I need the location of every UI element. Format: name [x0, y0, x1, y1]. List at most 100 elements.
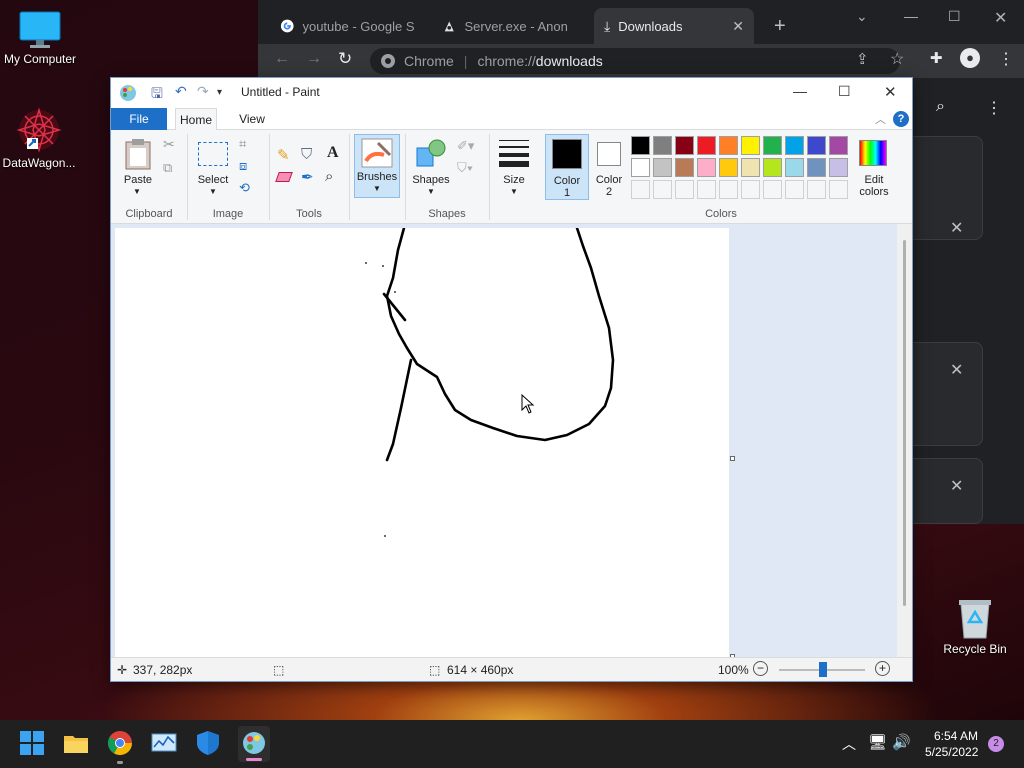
- color2-button[interactable]: Color 2: [593, 138, 625, 200]
- palette-swatch[interactable]: [785, 136, 804, 155]
- resource-monitor-button[interactable]: [150, 729, 180, 759]
- search-downloads-icon[interactable]: ⌕: [936, 98, 945, 116]
- color-picker-icon[interactable]: ✒: [301, 168, 314, 186]
- palette-swatch[interactable]: [719, 158, 738, 177]
- palette-swatch[interactable]: [675, 158, 694, 177]
- palette-swatch[interactable]: [741, 158, 760, 177]
- select-button[interactable]: Select ▼: [195, 136, 231, 198]
- palette-swatch-empty[interactable]: [741, 180, 760, 199]
- size-button[interactable]: Size ▼: [495, 136, 533, 198]
- help-icon[interactable]: ?: [893, 111, 909, 127]
- shapes-button[interactable]: Shapes ▼: [411, 136, 451, 198]
- reload-icon[interactable]: ↻: [338, 49, 352, 69]
- downloads-menu-icon[interactable]: ⋮: [986, 98, 1002, 118]
- tab-view[interactable]: View: [233, 108, 271, 130]
- close-button[interactable]: ✕: [884, 83, 897, 101]
- vertical-scrollbar[interactable]: [897, 224, 912, 657]
- tab-downloads[interactable]: ⤓ Downloads ✕: [594, 8, 754, 44]
- palette-swatch[interactable]: [719, 136, 738, 155]
- menu-icon[interactable]: ⋮: [998, 49, 1014, 69]
- palette-swatch-empty[interactable]: [675, 180, 694, 199]
- tab-file[interactable]: File: [111, 108, 167, 130]
- clock-time[interactable]: 6:54 AM: [934, 729, 978, 743]
- file-explorer-button[interactable]: [62, 729, 92, 759]
- shape-fill-icon[interactable]: ⛉▾: [457, 160, 473, 176]
- maximize-button[interactable]: ☐: [838, 83, 851, 100]
- outline-icon[interactable]: ✐▾: [457, 138, 474, 154]
- palette-swatch[interactable]: [631, 136, 650, 155]
- tab-youtube[interactable]: youtube - Google S: [270, 8, 430, 44]
- notification-badge[interactable]: 2: [988, 736, 1004, 752]
- maximize-button[interactable]: ☐: [948, 8, 961, 25]
- palette-swatch-empty[interactable]: [719, 180, 738, 199]
- palette-swatch-empty[interactable]: [763, 180, 782, 199]
- palette-swatch-empty[interactable]: [631, 180, 650, 199]
- crop-icon[interactable]: ⌗: [239, 136, 246, 152]
- cut-icon[interactable]: ✂: [163, 136, 175, 153]
- minimize-button[interactable]: —: [904, 8, 918, 24]
- save-icon[interactable]: 🖫: [151, 83, 163, 107]
- fill-icon[interactable]: ⛉: [301, 146, 312, 163]
- redo-icon[interactable]: ↷: [197, 83, 209, 100]
- palette-swatch[interactable]: [763, 136, 782, 155]
- edit-colors-button[interactable]: Edit colors: [853, 138, 895, 200]
- share-icon[interactable]: ⇪: [856, 50, 869, 68]
- tab-server-exe[interactable]: Server.exe - Anon: [432, 8, 592, 44]
- drawing-canvas[interactable]: [115, 228, 729, 657]
- brushes-button[interactable]: Brushes ▼: [354, 134, 400, 198]
- network-icon[interactable]: 🖥: [868, 733, 887, 751]
- zoom-out-button[interactable]: −: [753, 661, 768, 676]
- palette-swatch-empty[interactable]: [653, 180, 672, 199]
- extensions-icon[interactable]: ✚: [930, 49, 943, 67]
- pencil-icon[interactable]: ✎: [277, 146, 290, 164]
- close-button[interactable]: ✕: [994, 8, 1007, 28]
- new-tab-button[interactable]: +: [764, 8, 796, 44]
- palette-swatch-empty[interactable]: [697, 180, 716, 199]
- palette-swatch[interactable]: [675, 136, 694, 155]
- forward-icon[interactable]: →: [306, 50, 322, 68]
- clock-date[interactable]: 5/25/2022: [925, 745, 978, 759]
- profile-icon[interactable]: ●: [960, 48, 980, 68]
- palette-swatch[interactable]: [807, 158, 826, 177]
- palette-swatch-empty[interactable]: [785, 180, 804, 199]
- start-button[interactable]: [18, 729, 48, 759]
- tab-search-icon[interactable]: ⌄: [856, 8, 868, 25]
- undo-icon[interactable]: ↶: [175, 83, 187, 100]
- palette-swatch[interactable]: [785, 158, 804, 177]
- customize-qat-icon[interactable]: ▾: [217, 87, 222, 98]
- zoom-slider-thumb[interactable]: [819, 662, 827, 677]
- palette-swatch-empty[interactable]: [829, 180, 848, 199]
- text-icon[interactable]: A: [327, 144, 339, 162]
- color1-button[interactable]: Color 1: [545, 134, 589, 200]
- paste-button[interactable]: Paste ▼: [119, 136, 157, 198]
- remove-download-icon[interactable]: ✕: [950, 360, 963, 380]
- palette-swatch[interactable]: [807, 136, 826, 155]
- copy-icon[interactable]: ⧉: [163, 160, 172, 176]
- palette-swatch[interactable]: [631, 158, 650, 177]
- palette-swatch[interactable]: [697, 158, 716, 177]
- desktop-icon-datawagon[interactable]: DataWagon...: [0, 106, 79, 170]
- paint-taskbar-button[interactable]: [238, 726, 270, 762]
- chrome-taskbar-button[interactable]: [106, 729, 136, 764]
- defender-button[interactable]: [194, 729, 224, 759]
- minimize-button[interactable]: —: [793, 83, 807, 99]
- zoom-slider[interactable]: [779, 662, 865, 677]
- palette-swatch[interactable]: [741, 136, 760, 155]
- bookmark-star-icon[interactable]: ☆: [890, 49, 904, 69]
- palette-swatch[interactable]: [653, 136, 672, 155]
- palette-swatch[interactable]: [653, 158, 672, 177]
- canvas-resize-handle[interactable]: [730, 456, 735, 461]
- desktop-icon-my-computer[interactable]: My Computer: [0, 10, 80, 66]
- palette-swatch-empty[interactable]: [807, 180, 826, 199]
- eraser-icon[interactable]: [275, 172, 293, 182]
- scrollbar-thumb[interactable]: [903, 240, 906, 606]
- remove-download-icon[interactable]: ✕: [950, 476, 963, 496]
- rotate-icon[interactable]: ⟲: [239, 180, 250, 196]
- resize-icon[interactable]: ⧈: [239, 158, 247, 174]
- palette-swatch[interactable]: [697, 136, 716, 155]
- collapse-ribbon-icon[interactable]: ︿: [875, 111, 886, 127]
- close-tab-icon[interactable]: ✕: [732, 18, 744, 35]
- zoom-in-button[interactable]: +: [875, 661, 890, 676]
- magnifier-icon[interactable]: ⌕: [325, 168, 333, 185]
- palette-swatch[interactable]: [829, 158, 848, 177]
